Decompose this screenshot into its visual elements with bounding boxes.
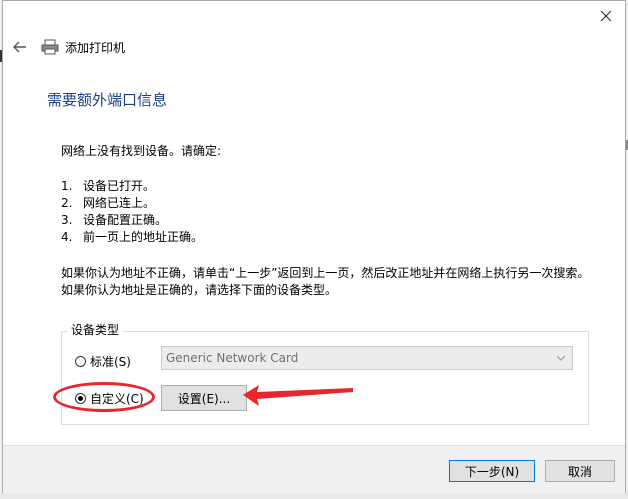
advice-text: 如果你认为地址不正确，请单击“上一步”返回到上一页，然后改正地址并在网络上执行另… [61, 265, 601, 299]
list-item-text: 网络已连上。 [83, 196, 156, 210]
dialog-title: 添加打印机 [65, 40, 126, 55]
custom-radio-label: 自定义(C) [90, 392, 144, 406]
cancel-button[interactable]: 取消 [545, 460, 615, 482]
standard-radio-option[interactable]: 标准(S) [75, 353, 131, 370]
settings-button[interactable]: 设置(E)... [161, 385, 247, 411]
standard-radio[interactable] [75, 356, 86, 367]
chevron-down-icon [556, 355, 566, 361]
background-taskbar-strip [0, 493, 628, 499]
list-item-text: 设备配置正确。 [83, 213, 168, 227]
close-icon [600, 10, 612, 22]
custom-radio-option[interactable]: 自定义(C) [75, 390, 144, 407]
list-item: 1. 设备已打开。 [61, 178, 601, 195]
list-item-text: 设备已打开。 [83, 179, 156, 193]
list-item-number: 4. [61, 230, 73, 244]
dialog-footer: 下一步(N) 取消 [3, 445, 625, 498]
back-arrow-icon [13, 41, 26, 53]
dialog-header: 添加打印机 [13, 37, 125, 57]
standard-device-value: Generic Network Card [166, 351, 299, 365]
list-item-number: 3. [61, 213, 73, 227]
device-type-legend: 设备类型 [67, 321, 124, 338]
printer-icon [41, 39, 59, 55]
checklist: 1. 设备已打开。 2. 网络已连上。 3. 设备配置正确。 4. 前一页上的地… [61, 178, 601, 246]
back-button[interactable] [13, 39, 29, 55]
advice-line-2: 如果你认为地址是正确的，请选择下面的设备类型。 [61, 283, 338, 297]
custom-radio[interactable] [75, 393, 86, 404]
standard-radio-label: 标准(S) [90, 355, 131, 369]
list-item-text: 前一页上的地址正确。 [83, 230, 204, 244]
message-content: 网络上没有找到设备。请确定: 1. 设备已打开。 2. 网络已连上。 3. 设备… [61, 143, 601, 299]
close-button[interactable] [595, 6, 617, 26]
next-button[interactable]: 下一步(N) [449, 460, 535, 482]
standard-device-select: Generic Network Card [161, 346, 573, 370]
page-heading: 需要额外端口信息 [47, 91, 168, 109]
add-printer-dialog: 添加打印机 需要额外端口信息 网络上没有找到设备。请确定: 1. 设备已打开。 … [2, 0, 626, 498]
advice-line-1: 如果你认为地址不正确，请单击“上一步”返回到上一页，然后改正地址并在网络上执行另… [61, 266, 590, 280]
list-item: 4. 前一页上的地址正确。 [61, 229, 601, 246]
list-item-number: 2. [61, 196, 73, 210]
list-item: 3. 设备配置正确。 [61, 212, 601, 229]
list-item: 2. 网络已连上。 [61, 195, 601, 212]
list-item-number: 1. [61, 179, 73, 193]
intro-text: 网络上没有找到设备。请确定: [61, 144, 222, 158]
